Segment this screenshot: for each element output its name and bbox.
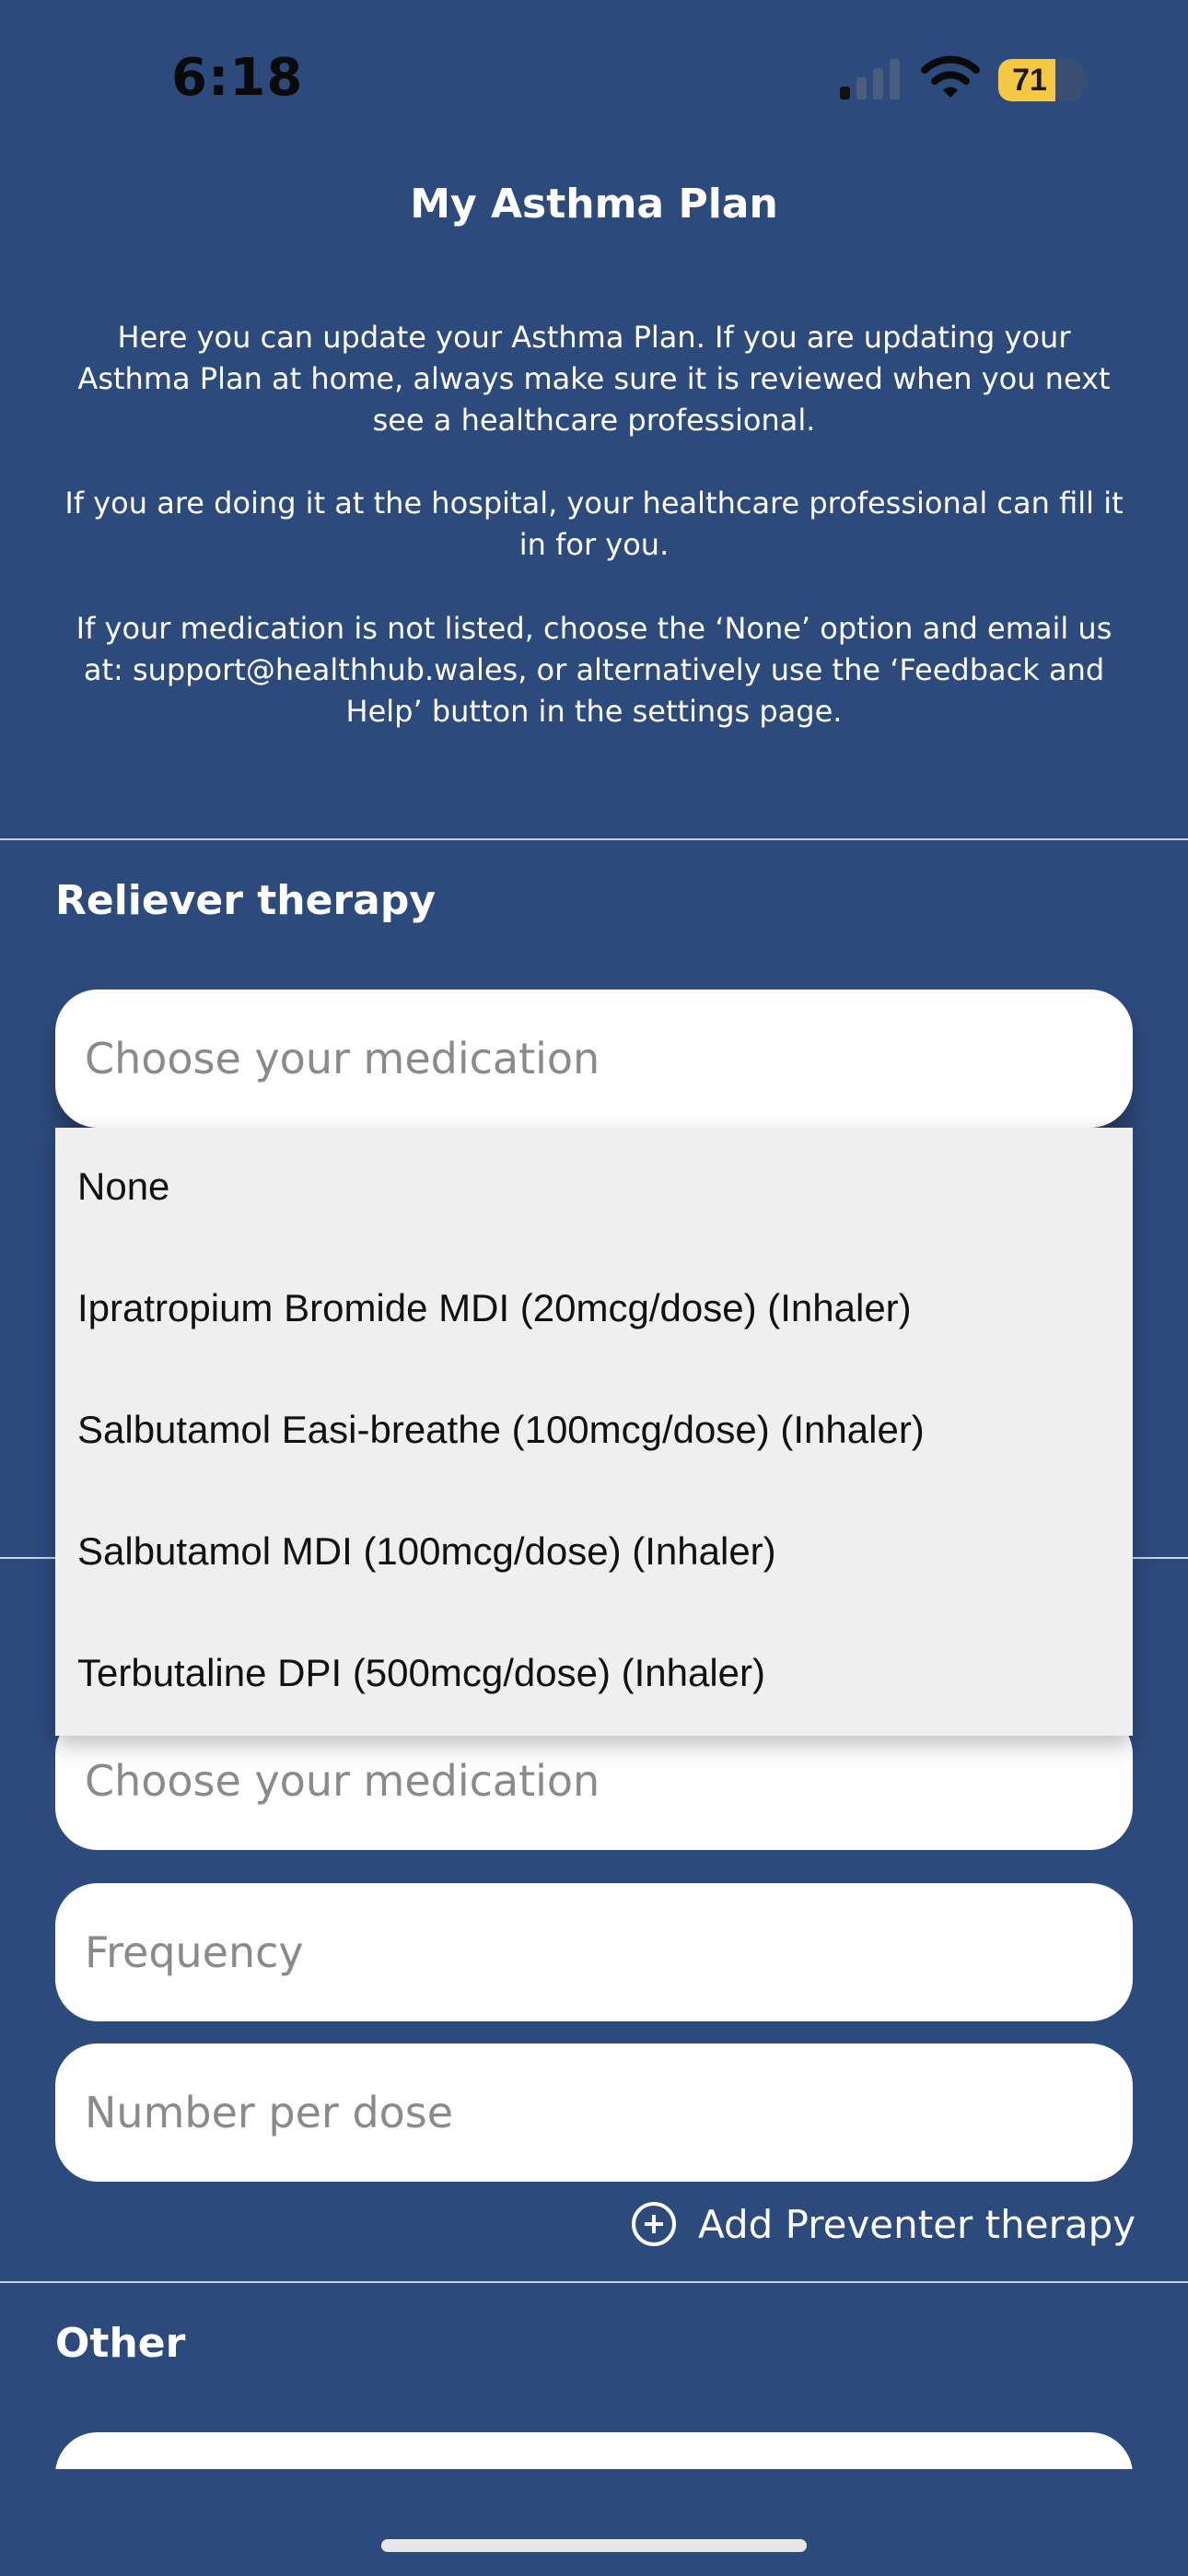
section-divider <box>0 838 1188 840</box>
medication-dropdown-menu: None Ipratropium Bromide MDI (20mcg/dose… <box>55 1128 1133 1736</box>
other-field-partial[interactable] <box>55 2432 1133 2469</box>
reliever-heading: Reliever therapy <box>55 877 437 924</box>
other-heading: Other <box>55 2320 186 2367</box>
intro-paragraph-3: If your medication is not listed, choose… <box>76 611 1112 729</box>
cellular-signal-icon <box>840 57 904 100</box>
battery-tip <box>1083 72 1089 88</box>
dropdown-option[interactable]: None <box>77 1165 169 1209</box>
dropdown-option[interactable]: Terbutaline DPI (500mcg/dose) (Inhaler) <box>77 1651 765 1695</box>
number-per-dose-input[interactable]: Number per dose <box>55 2043 1133 2182</box>
intro-paragraph-1: Here you can update your Asthma Plan. If… <box>77 320 1111 438</box>
page-title: My Asthma Plan <box>410 181 778 228</box>
section-divider <box>0 2281 1188 2283</box>
home-indicator[interactable] <box>381 2539 807 2552</box>
reliever-medication-select[interactable]: Choose your medication <box>55 989 1133 1128</box>
dropdown-option[interactable]: Salbutamol MDI (100mcg/dose) (Inhaler) <box>77 1529 776 1574</box>
dropdown-option[interactable]: Salbutamol Easi-breathe (100mcg/dose) (I… <box>77 1408 925 1452</box>
add-preventer-therapy-button[interactable]: Add Preventer therapy <box>632 2198 1136 2250</box>
add-circle-icon <box>632 2202 676 2246</box>
add-preventer-label: Add Preventer therapy <box>698 2201 1136 2247</box>
wifi-icon <box>921 55 980 98</box>
battery-level: 71 <box>1012 63 1047 98</box>
intro-paragraph-2: If you are doing it at the hospital, you… <box>64 486 1124 562</box>
status-time: 6:18 <box>171 48 304 108</box>
dropdown-option[interactable]: Ipratropium Bromide MDI (20mcg/dose) (In… <box>77 1286 912 1330</box>
frequency-input[interactable]: Frequency <box>55 1883 1133 2021</box>
battery-icon: 71 <box>998 59 1083 101</box>
